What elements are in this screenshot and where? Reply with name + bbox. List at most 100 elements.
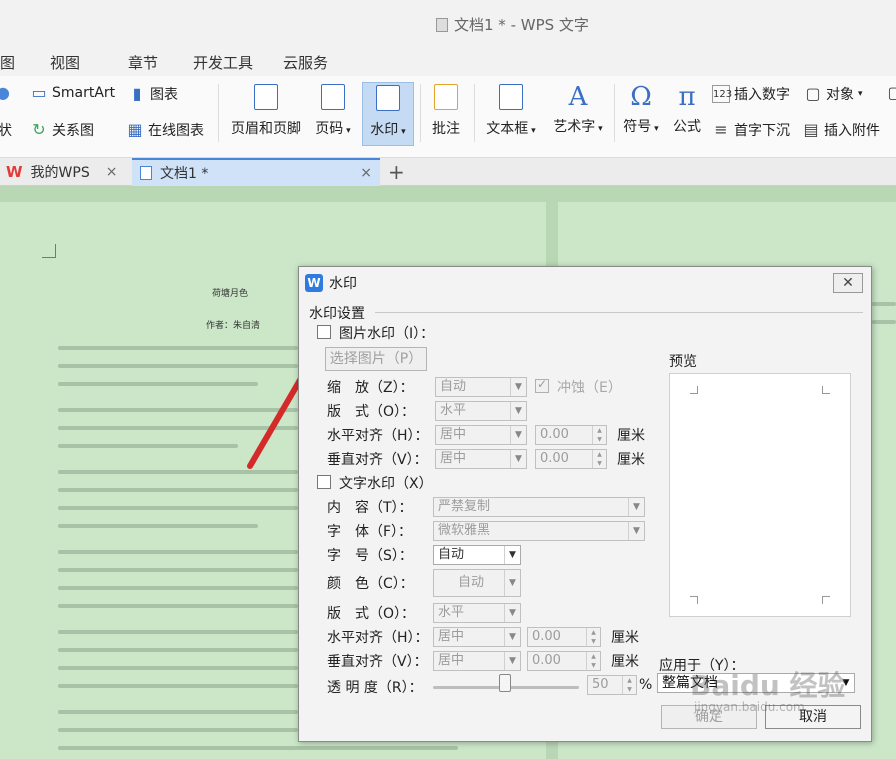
stepper-arrows-icon: ▲ ▼ <box>622 676 636 694</box>
chevron-down-icon: ▼ <box>504 570 520 596</box>
header-footer-button[interactable]: 页眉和页脚 <box>228 82 304 146</box>
chart-button[interactable]: ▮ 图表 <box>128 84 178 104</box>
transparency-stepper[interactable]: 50 ▲ ▼ <box>587 675 637 695</box>
online-chart-button[interactable]: ▦ 在线图表 <box>126 120 204 140</box>
close-tab-icon[interactable]: × <box>106 164 118 180</box>
color-select[interactable]: 自动 ▼ <box>433 569 521 597</box>
unit-label: 厘米 <box>617 452 645 468</box>
image-watermark-label: 图片水印（I）： <box>339 326 435 342</box>
shape-label[interactable]: 状 <box>0 120 12 140</box>
drop-cap-button[interactable]: ≡ 首字下沉 <box>712 120 790 140</box>
watermark-button[interactable]: 水印 ▾ <box>362 82 414 146</box>
page-number-icon <box>321 84 345 110</box>
dropdown-icon: ▾ <box>528 126 536 136</box>
text-v-align-label: 垂直对齐（V）： <box>327 654 428 670</box>
menu-item-chapter[interactable]: 章节 <box>128 52 158 73</box>
font-select[interactable]: 微软雅黑 ▼ <box>433 521 645 541</box>
comment-button[interactable]: 批注 <box>424 82 468 146</box>
chevron-down-icon: ▼ <box>504 546 520 564</box>
formula-button[interactable]: π 公式 <box>666 82 708 146</box>
pi-icon: π <box>678 82 696 112</box>
content-select[interactable]: 严禁复制 ▼ <box>433 497 645 517</box>
symbol-button[interactable]: Ω 符号 ▾ <box>616 82 666 146</box>
check-icon: ✓ <box>537 377 548 391</box>
divider <box>420 84 421 142</box>
watermark-icon <box>376 85 400 111</box>
wordart-icon: A <box>568 82 588 112</box>
v-align-label: 垂直对齐（V）： <box>327 452 428 468</box>
close-button[interactable]: ✕ <box>833 273 863 293</box>
transparency-slider-thumb[interactable] <box>499 674 511 692</box>
size-select[interactable]: 自动 ▼ <box>433 545 521 565</box>
dialog-title: 水印 <box>329 276 357 292</box>
text-h-align-label: 水平对齐（H）： <box>327 630 429 646</box>
more-button[interactable]: ▢ <box>886 84 896 102</box>
text-v-offset-stepper[interactable]: 0.00 ▲ ▼ <box>527 651 601 671</box>
preview-label: 预览 <box>669 354 697 370</box>
text-h-align-select[interactable]: 居中 ▼ <box>433 627 521 647</box>
unit-label: 厘米 <box>611 654 639 670</box>
text-watermark-checkbox[interactable] <box>317 475 331 489</box>
text-layout-select[interactable]: 水平 ▼ <box>433 603 521 623</box>
transparency-label: 透 明 度（R）： <box>327 680 423 696</box>
title-bar: 文档1 * - WPS 文字 <box>0 0 896 46</box>
tab-document[interactable]: 文档1 * × <box>132 158 380 186</box>
online-chart-icon: ▦ <box>127 120 143 139</box>
divider <box>218 84 219 142</box>
menu-item-devtools[interactable]: 开发工具 <box>193 52 253 73</box>
smartart-icon: ▭ <box>31 83 47 102</box>
scale-select[interactable]: 自动 ▼ <box>435 377 527 397</box>
text-h-offset-stepper[interactable]: 0.00 ▲ ▼ <box>527 627 601 647</box>
attachment-button[interactable]: ▤ 插入附件 <box>802 120 880 140</box>
menu-item-cloud[interactable]: 云服务 <box>283 52 328 73</box>
h-offset-stepper[interactable]: 0.00 ▲ ▼ <box>535 425 607 445</box>
section-label: 水印设置 <box>309 306 365 322</box>
document-icon <box>436 17 448 32</box>
smartart-button[interactable]: ▭ SmartArt <box>30 84 115 102</box>
relation-button[interactable]: ↻ 关系图 <box>30 120 94 140</box>
chevron-down-icon: ▼ <box>504 628 520 646</box>
text-v-align-select[interactable]: 居中 ▼ <box>433 651 521 671</box>
h-align-select[interactable]: 居中 ▼ <box>435 425 527 445</box>
percent-label: % <box>639 677 653 693</box>
choose-image-button[interactable]: 选择图片（P） <box>325 347 427 371</box>
washout-checkbox[interactable]: ✓ <box>535 377 549 393</box>
comment-icon <box>434 84 458 110</box>
dropdown-icon: ▾ <box>398 127 406 137</box>
menu-item-truncated[interactable]: 图 <box>0 52 15 73</box>
textbox-button[interactable]: 文本框 ▾ <box>480 82 542 146</box>
stepper-arrows-icon: ▲ ▼ <box>586 652 600 670</box>
tab-my-wps[interactable]: W 我的WPS × <box>6 158 130 186</box>
dropdown-icon: ▾ <box>343 126 351 136</box>
drop-cap-icon: ≡ <box>714 120 728 139</box>
menu-item-view[interactable]: 视图 <box>50 52 80 73</box>
insert-number-button[interactable]: 123 插入数字 <box>712 84 790 104</box>
wps-writer-icon: W <box>305 274 323 292</box>
color-label: 颜 色（C）： <box>327 576 414 592</box>
dialog-title-bar: W 水印 ✕ <box>299 267 871 299</box>
stepper-arrows-icon: ▲ ▼ <box>592 450 606 468</box>
textbox-icon <box>499 84 523 110</box>
divider <box>474 84 475 142</box>
shape-button[interactable]: ● <box>0 84 12 102</box>
layout-select[interactable]: 水平 ▼ <box>435 401 527 421</box>
close-tab-icon[interactable]: × <box>360 165 372 181</box>
v-offset-stepper[interactable]: 0.00 ▲ ▼ <box>535 449 607 469</box>
new-tab-button[interactable]: + <box>388 158 408 186</box>
object-button[interactable]: ▢ 对象 ▾ <box>804 84 862 104</box>
content-label: 内 容（T）： <box>327 500 413 516</box>
page-number-button[interactable]: 页码 ▾ <box>306 82 360 146</box>
menu-bar: 图 视图 章节 开发工具 云服务 <box>0 46 896 76</box>
wordart-button[interactable]: A 艺术字 ▾ <box>546 82 610 146</box>
image-watermark-checkbox[interactable] <box>317 325 331 339</box>
omega-icon: Ω <box>630 82 652 112</box>
chevron-down-icon: ▼ <box>628 522 644 540</box>
chevron-down-icon: ▼ <box>510 378 526 396</box>
chevron-down-icon: ▼ <box>510 450 526 468</box>
v-align-select[interactable]: 居中 ▼ <box>435 449 527 469</box>
text-layout-label: 版 式（O）： <box>327 606 416 622</box>
margin-corner <box>42 244 56 258</box>
wps-logo-icon: W <box>6 163 23 181</box>
document-icon <box>140 166 152 180</box>
chevron-down-icon: ▼ <box>628 498 644 516</box>
